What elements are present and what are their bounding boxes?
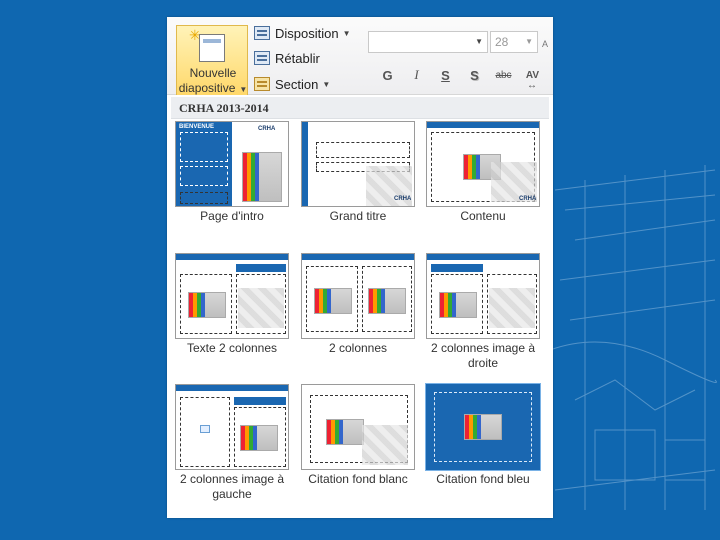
section-icon — [254, 77, 270, 91]
new-slide-label-line2: diapositive — [178, 81, 236, 95]
layout-grand-titre[interactable]: CRHA Grand titre — [299, 121, 417, 224]
gallery-title: CRHA 2013-2014 — [171, 97, 549, 119]
layout-2-colonnes-image-droite[interactable]: 2 colonnes image à droite — [424, 253, 542, 371]
background-sketch-image — [549, 165, 717, 510]
chevron-down-icon: ▼ — [475, 37, 483, 46]
ribbon: ✳ Nouvelle diapositive ▼ Disposition ▼ Ré… — [167, 17, 553, 95]
layout-caption: 2 colonnes image à droite — [430, 341, 536, 370]
layout-thumbnail — [301, 384, 415, 470]
retablir-label: Rétablir — [275, 50, 320, 66]
bold-button[interactable]: G — [373, 68, 402, 83]
layout-contenu[interactable]: CRHA Contenu — [424, 121, 542, 224]
layout-caption: Grand titre — [329, 209, 387, 223]
layout-thumbnail — [175, 253, 289, 339]
layout-thumbnail — [175, 384, 289, 470]
grow-font-icon[interactable]: A — [542, 39, 548, 49]
intro-badge: BIENVENUE — [179, 124, 215, 130]
section-label: Section — [275, 76, 319, 92]
layout-icon — [254, 26, 270, 40]
chevron-down-icon: ▼ — [322, 79, 331, 89]
chevron-down-icon: ▼ — [342, 28, 351, 38]
image-placeholder-icon — [200, 425, 210, 433]
strikethrough-button[interactable]: abc — [489, 70, 518, 81]
font-size-value: 28 — [495, 35, 509, 49]
chart-image — [240, 425, 278, 451]
layout-caption: 2 colonnes — [328, 341, 388, 355]
layout-caption: Contenu — [460, 209, 506, 223]
chevron-down-icon: ▼ — [525, 37, 533, 46]
retablir-button[interactable]: Rétablir — [254, 48, 320, 68]
chevron-down-icon: ▼ — [239, 85, 248, 94]
crha-logo: CRHA — [394, 196, 412, 202]
chart-image — [368, 288, 406, 314]
new-slide-button[interactable]: ✳ Nouvelle diapositive ▼ — [176, 25, 248, 95]
layout-thumbnail — [426, 384, 540, 470]
layout-caption: Page d'intro — [200, 209, 264, 223]
layout-citation-fond-blanc[interactable]: Citation fond blanc — [299, 384, 417, 487]
shadow-button[interactable]: S — [460, 68, 489, 83]
disposition-button[interactable]: Disposition ▼ — [254, 23, 351, 43]
crha-logo: CRHA — [519, 196, 537, 202]
layout-page-intro[interactable]: BIENVENUE CRHA Page d'intro — [173, 121, 291, 224]
section-button[interactable]: Section ▼ — [254, 74, 330, 94]
layout-2-colonnes-image-gauche[interactable]: 2 colonnes image à gauche — [173, 384, 291, 502]
chart-image — [314, 288, 352, 314]
disposition-label: Disposition — [275, 25, 339, 41]
chart-image — [464, 414, 502, 440]
layout-thumbnail — [426, 253, 540, 339]
chart-image — [326, 419, 364, 445]
italic-button[interactable]: I — [402, 67, 431, 83]
layout-citation-fond-bleu[interactable]: Citation fond bleu — [424, 384, 542, 487]
layout-caption: Citation fond bleu — [436, 472, 530, 486]
font-size-select[interactable]: 28 ▼ — [490, 31, 538, 53]
new-slide-label-line1: Nouvelle — [189, 66, 237, 80]
layout-caption: Citation fond blanc — [308, 472, 408, 486]
layout-caption: 2 colonnes image à gauche — [179, 472, 285, 501]
new-slide-icon — [199, 34, 225, 62]
format-toolbar: G I S S abc AV — [373, 67, 547, 91]
layout-2-colonnes[interactable]: 2 colonnes — [299, 253, 417, 356]
layout-thumbnail — [301, 253, 415, 339]
layout-thumbnail: BIENVENUE CRHA — [175, 121, 289, 207]
reset-icon — [254, 51, 270, 65]
layout-texte-2-colonnes[interactable]: Texte 2 colonnes — [173, 253, 291, 356]
chart-image — [439, 292, 477, 318]
font-family-select[interactable]: ▼ — [368, 31, 488, 53]
layout-thumbnail: CRHA — [301, 121, 415, 207]
layout-caption: Texte 2 colonnes — [186, 341, 278, 355]
crha-logo: CRHA — [258, 126, 276, 132]
cube-image — [242, 152, 282, 202]
underline-button[interactable]: S — [431, 68, 460, 83]
new-slide-layout-dropdown: ✳ Nouvelle diapositive ▼ Disposition ▼ Ré… — [167, 17, 553, 518]
chart-image — [188, 292, 226, 318]
character-spacing-button[interactable]: AV — [518, 70, 547, 91]
layout-thumbnail: CRHA — [426, 121, 540, 207]
